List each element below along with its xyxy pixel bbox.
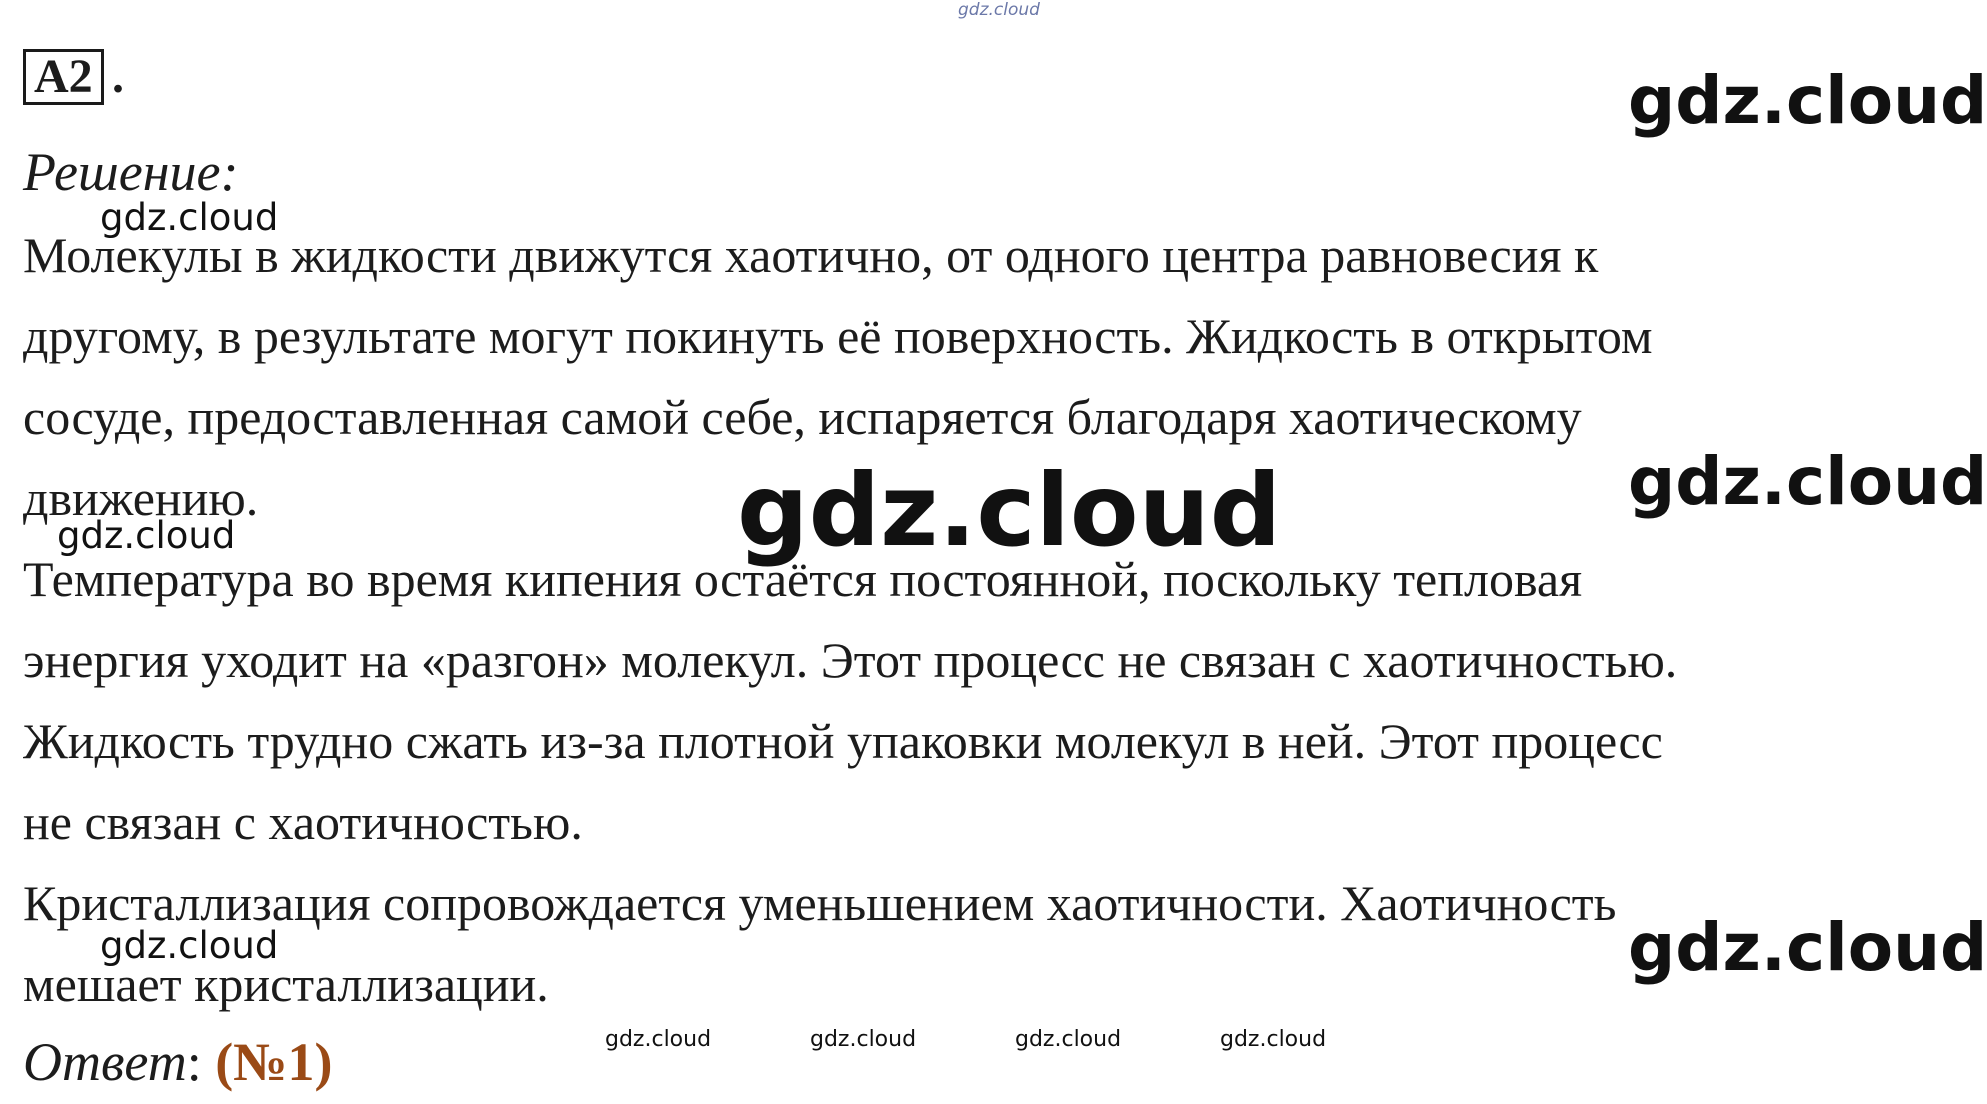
solution-page: gdz.cloud А2 . Решение: Молекулы в жидко… <box>0 0 1987 1104</box>
task-number-box: А2 <box>23 49 104 105</box>
watermark-small: gdz.cloud <box>57 514 236 557</box>
answer-label: Ответ <box>23 1032 187 1092</box>
paragraph-line: Жидкость трудно сжать из-за плотной упак… <box>23 713 1663 769</box>
watermark-small: gdz.cloud <box>100 924 279 967</box>
watermark-large: gdz.cloud <box>1628 909 1987 986</box>
task-number-dot: . <box>112 50 124 103</box>
watermark-tiny: gdz.cloud <box>1015 1027 1122 1052</box>
watermark-tiny: gdz.cloud <box>605 1027 712 1052</box>
watermark-tiny: gdz.cloud <box>1220 1027 1327 1052</box>
watermark-large: gdz.cloud <box>1628 62 1987 139</box>
solution-label: Решение: <box>23 142 239 202</box>
watermark-tiny: gdz.cloud <box>810 1027 917 1052</box>
paragraph-compression: Жидкость трудно сжать из-за плотной упак… <box>23 701 1973 863</box>
paragraph-line: Молекулы в жидкости движутся хаотично, о… <box>23 227 1599 283</box>
watermark-center: gdz.cloud <box>737 452 1282 569</box>
watermark-top: gdz.cloud <box>958 0 1040 20</box>
answer-colon: : <box>186 1032 202 1092</box>
answer-line: Ответ: (№1) <box>23 1032 332 1092</box>
watermark-large: gdz.cloud <box>1628 443 1987 520</box>
watermark-small: gdz.cloud <box>100 196 279 239</box>
answer-value: (№1) <box>215 1032 333 1092</box>
paragraph-line: другому, в результате могут покинуть её … <box>23 308 1653 364</box>
paragraph-line: энергия уходит на «разгон» молекул. Этот… <box>23 632 1678 688</box>
paragraph-line: не связан с хаотичностью. <box>23 794 583 850</box>
task-number: А2 <box>34 50 93 103</box>
